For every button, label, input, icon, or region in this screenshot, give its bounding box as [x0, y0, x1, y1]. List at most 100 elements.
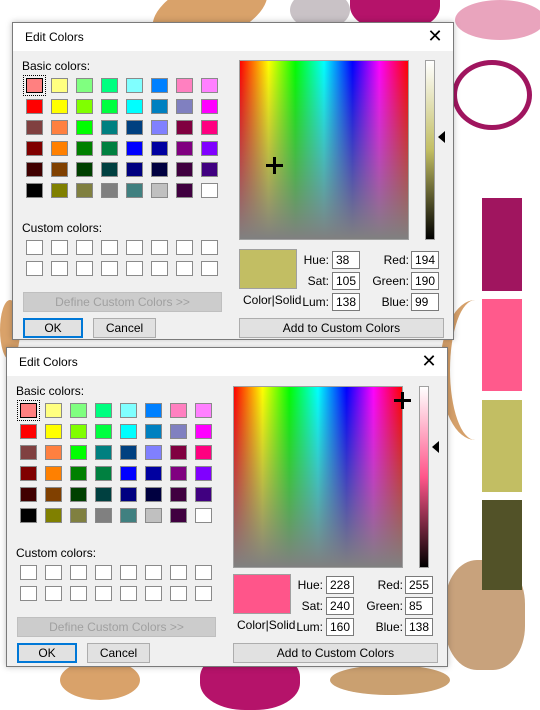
- hue-field[interactable]: 38: [332, 251, 360, 269]
- basic-color-swatch[interactable]: [45, 487, 62, 502]
- custom-color-swatch[interactable]: [170, 565, 187, 580]
- basic-color-swatch[interactable]: [201, 141, 218, 156]
- luminance-arrow-icon[interactable]: [432, 441, 439, 453]
- custom-color-swatch[interactable]: [70, 586, 87, 601]
- basic-color-swatch[interactable]: [120, 403, 137, 418]
- basic-color-swatch[interactable]: [176, 162, 193, 177]
- basic-color-swatch[interactable]: [170, 403, 187, 418]
- basic-color-swatch[interactable]: [195, 403, 212, 418]
- close-icon[interactable]: ✕: [425, 25, 445, 47]
- basic-color-swatch[interactable]: [126, 183, 143, 198]
- custom-color-swatch[interactable]: [201, 240, 218, 255]
- basic-color-swatch[interactable]: [151, 78, 168, 93]
- basic-color-swatch[interactable]: [20, 424, 37, 439]
- basic-color-swatch[interactable]: [76, 141, 93, 156]
- custom-color-swatch[interactable]: [195, 586, 212, 601]
- basic-color-swatch[interactable]: [151, 162, 168, 177]
- basic-color-swatch[interactable]: [170, 487, 187, 502]
- sat-field[interactable]: 105: [332, 272, 360, 290]
- custom-color-swatch[interactable]: [201, 261, 218, 276]
- custom-color-swatch[interactable]: [151, 240, 168, 255]
- basic-color-swatch[interactable]: [145, 403, 162, 418]
- crosshair-icon[interactable]: [394, 392, 411, 409]
- basic-color-swatch[interactable]: [195, 508, 212, 523]
- color-spectrum[interactable]: [239, 60, 409, 240]
- basic-color-swatch[interactable]: [195, 424, 212, 439]
- basic-color-swatch[interactable]: [151, 120, 168, 135]
- custom-color-swatch[interactable]: [26, 261, 43, 276]
- basic-color-swatch[interactable]: [145, 445, 162, 460]
- basic-color-swatch[interactable]: [26, 183, 43, 198]
- crosshair-icon[interactable]: [266, 157, 283, 174]
- luminance-bar[interactable]: [425, 60, 435, 240]
- hue-field[interactable]: 228: [326, 576, 354, 594]
- basic-color-swatch[interactable]: [151, 99, 168, 114]
- custom-color-swatch[interactable]: [95, 565, 112, 580]
- custom-color-swatch[interactable]: [70, 565, 87, 580]
- basic-color-swatch[interactable]: [145, 487, 162, 502]
- basic-color-swatch[interactable]: [126, 162, 143, 177]
- basic-color-swatch[interactable]: [120, 487, 137, 502]
- custom-color-swatch[interactable]: [76, 240, 93, 255]
- basic-color-swatch[interactable]: [195, 445, 212, 460]
- basic-color-swatch[interactable]: [17, 400, 40, 421]
- basic-color-swatch[interactable]: [76, 99, 93, 114]
- basic-color-swatch[interactable]: [51, 99, 68, 114]
- custom-color-swatch[interactable]: [51, 261, 68, 276]
- basic-color-swatch[interactable]: [120, 466, 137, 481]
- basic-color-swatch[interactable]: [170, 424, 187, 439]
- custom-color-swatch[interactable]: [195, 565, 212, 580]
- luminance-arrow-icon[interactable]: [438, 131, 445, 143]
- luminance-bar[interactable]: [419, 386, 429, 568]
- custom-color-swatch[interactable]: [151, 261, 168, 276]
- basic-color-swatch[interactable]: [26, 99, 43, 114]
- basic-color-swatch[interactable]: [51, 120, 68, 135]
- basic-color-swatch[interactable]: [126, 78, 143, 93]
- basic-color-swatch[interactable]: [195, 466, 212, 481]
- basic-color-swatch[interactable]: [201, 120, 218, 135]
- basic-color-swatch[interactable]: [201, 162, 218, 177]
- green-field[interactable]: 190: [411, 272, 439, 290]
- basic-color-swatch[interactable]: [45, 508, 62, 523]
- basic-color-swatch[interactable]: [170, 508, 187, 523]
- green-field[interactable]: 85: [405, 597, 433, 615]
- custom-color-swatch[interactable]: [51, 240, 68, 255]
- basic-color-swatch[interactable]: [126, 99, 143, 114]
- custom-color-swatch[interactable]: [145, 586, 162, 601]
- basic-color-swatch[interactable]: [45, 424, 62, 439]
- basic-color-swatch[interactable]: [26, 141, 43, 156]
- custom-color-swatch[interactable]: [120, 586, 137, 601]
- red-field[interactable]: 194: [411, 251, 439, 269]
- basic-color-swatch[interactable]: [76, 162, 93, 177]
- lum-field[interactable]: 138: [332, 293, 360, 311]
- basic-color-swatch[interactable]: [126, 120, 143, 135]
- basic-color-swatch[interactable]: [201, 78, 218, 93]
- basic-color-swatch[interactable]: [120, 424, 137, 439]
- basic-color-swatch[interactable]: [20, 466, 37, 481]
- basic-color-swatch[interactable]: [176, 141, 193, 156]
- basic-color-swatch[interactable]: [145, 508, 162, 523]
- custom-color-swatch[interactable]: [20, 565, 37, 580]
- basic-color-swatch[interactable]: [120, 508, 137, 523]
- add-to-custom-colors-button[interactable]: Add to Custom Colors: [239, 318, 444, 338]
- basic-color-swatch[interactable]: [45, 466, 62, 481]
- basic-color-swatch[interactable]: [26, 162, 43, 177]
- basic-color-swatch[interactable]: [176, 78, 193, 93]
- basic-color-swatch[interactable]: [201, 183, 218, 198]
- basic-color-swatch[interactable]: [70, 466, 87, 481]
- basic-color-swatch[interactable]: [101, 141, 118, 156]
- custom-color-swatch[interactable]: [126, 240, 143, 255]
- basic-color-swatch[interactable]: [201, 99, 218, 114]
- ok-button[interactable]: OK: [17, 643, 77, 663]
- basic-color-swatch[interactable]: [101, 78, 118, 93]
- basic-color-swatch[interactable]: [51, 141, 68, 156]
- basic-color-swatch[interactable]: [20, 445, 37, 460]
- basic-color-swatch[interactable]: [70, 487, 87, 502]
- add-to-custom-colors-button[interactable]: Add to Custom Colors: [233, 643, 438, 663]
- basic-color-swatch[interactable]: [95, 508, 112, 523]
- blue-field[interactable]: 99: [411, 293, 439, 311]
- basic-color-swatch[interactable]: [70, 403, 87, 418]
- basic-color-swatch[interactable]: [70, 445, 87, 460]
- close-icon[interactable]: ✕: [419, 350, 439, 372]
- custom-color-swatch[interactable]: [101, 240, 118, 255]
